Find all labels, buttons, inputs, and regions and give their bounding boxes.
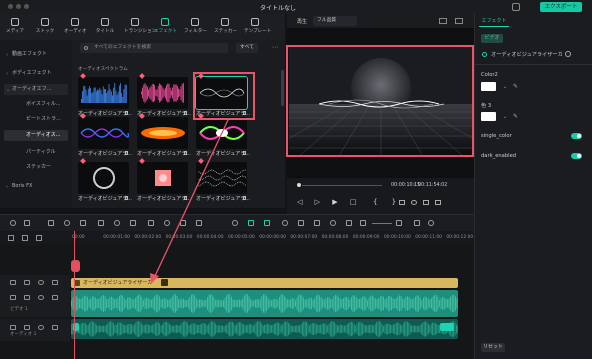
- drag-arrow-annotation: [150, 119, 229, 284]
